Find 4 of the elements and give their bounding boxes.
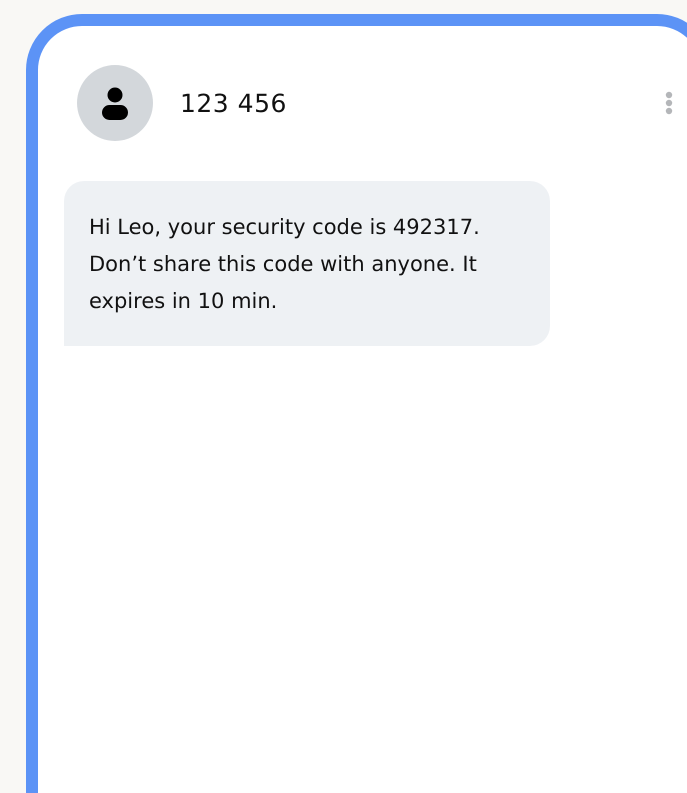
avatar-icon (77, 65, 153, 141)
more-options-icon[interactable] (665, 91, 673, 115)
message-bubble: Hi Leo, your security code is 492317. Don’t share this code with anyone. It expires in 10 min. (64, 181, 550, 346)
contact-name: 123 456 (180, 88, 288, 118)
